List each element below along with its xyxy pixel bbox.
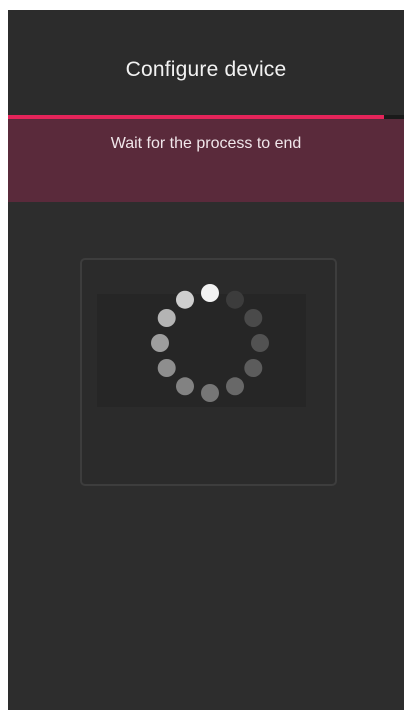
spinner-dot — [151, 334, 169, 352]
loading-spinner-icon — [151, 284, 269, 402]
spinner-dot — [176, 290, 194, 309]
spinner-dot — [244, 309, 263, 327]
spinner-dot — [157, 309, 176, 327]
spinner-dot — [226, 377, 244, 396]
loading-card — [80, 258, 337, 486]
spinner-dot — [226, 290, 244, 309]
app-header: Configure device — [8, 10, 404, 115]
spinner-dot — [176, 377, 194, 396]
page-title: Configure device — [125, 58, 287, 81]
spinner-dot — [201, 384, 219, 402]
spinner-dot — [201, 284, 219, 302]
spinner-dot — [251, 334, 269, 352]
status-banner: Wait for the process to end — [8, 119, 404, 202]
spinner-dot — [244, 359, 263, 377]
configure-device-screen: Configure device Wait for the process to… — [8, 10, 404, 710]
spinner-dot — [157, 359, 176, 377]
status-message: Wait for the process to end — [110, 135, 302, 152]
